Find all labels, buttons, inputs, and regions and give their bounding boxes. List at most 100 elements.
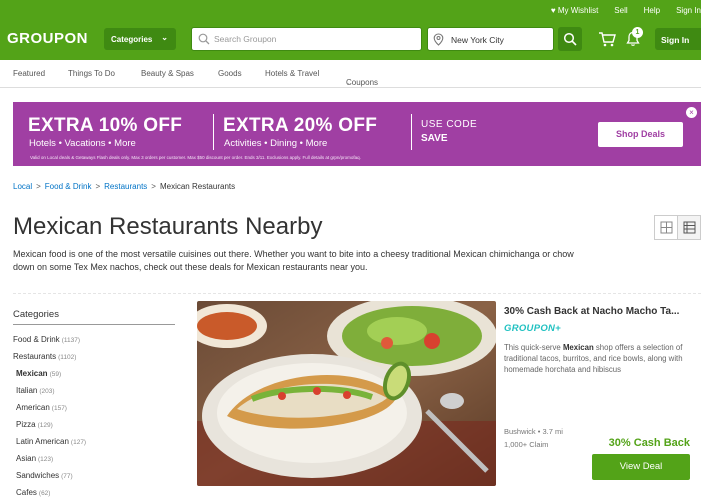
- groupon-logo[interactable]: GROUPON: [7, 30, 88, 47]
- sidebar-item-label: American: [16, 403, 50, 412]
- section-divider: [13, 293, 701, 294]
- sidebar-item-american[interactable]: American (157): [13, 399, 175, 416]
- sidebar-item-count: (129): [37, 422, 53, 429]
- groupon-plus-badge: GROUPON+: [504, 323, 562, 334]
- sidebar-item-count: (157): [51, 405, 67, 412]
- nav-things-to-do[interactable]: Things To Do: [68, 69, 115, 78]
- grid-view-button[interactable]: [655, 216, 677, 239]
- page-title: Mexican Restaurants Nearby: [13, 213, 323, 240]
- sidebar-item-latin-american[interactable]: Latin American (127): [13, 433, 175, 450]
- sidebar-item-count: (1137): [61, 337, 80, 344]
- breadcrumb-restaurants[interactable]: Restaurants: [104, 182, 147, 191]
- sidebar-item-sandwiches[interactable]: Sandwiches (77): [13, 467, 175, 484]
- search-input[interactable]: [214, 31, 414, 47]
- promo-fine-print: Valid on Local deals & Getaways Flash de…: [30, 155, 361, 160]
- nav-hotels-travel[interactable]: Hotels & Travel: [265, 69, 319, 78]
- sidebar-heading: Categories: [13, 309, 175, 325]
- view-deal-button[interactable]: View Deal: [592, 454, 690, 480]
- cart-icon[interactable]: [598, 31, 616, 47]
- promo-divider: [411, 114, 412, 150]
- sidebar-item-label: Asian: [16, 454, 37, 463]
- deal-description: This quick-serve Mexican shop offers a s…: [504, 342, 694, 375]
- sidebar-item-italian[interactable]: Italian (203): [13, 382, 175, 399]
- sidebar-item-label: Restaurants: [13, 352, 57, 361]
- sidebar-item-count: (203): [39, 388, 55, 395]
- sidebar-item-mexican[interactable]: Mexican (59): [13, 365, 175, 382]
- main-header: GROUPON Categories ⌄ New York City 1 Sig…: [0, 20, 701, 60]
- breadcrumb-separator: >: [95, 182, 101, 191]
- deal-claims: 1,000+ Claim: [504, 440, 549, 449]
- deal-desc-text: This quick-serve: [504, 343, 563, 352]
- promo-use-code-label: USE CODE: [421, 119, 478, 130]
- sidebar-item-label: Food & Drink: [13, 335, 60, 344]
- chevron-down-icon: ⌄: [346, 78, 353, 87]
- categories-label: Categories: [111, 35, 153, 44]
- sidebar-item-label: Latin American: [16, 437, 69, 446]
- promo-headline-left: EXTRA 10% OFF: [28, 115, 183, 136]
- breadcrumb-current: Mexican Restaurants: [159, 182, 236, 191]
- sidebar-item-count: (77): [61, 473, 73, 480]
- notification-badge: 1: [632, 27, 643, 38]
- category-nav: Featured Things To Do Beauty & Spas Good…: [0, 60, 701, 88]
- sidebar-item-count: (127): [70, 439, 87, 446]
- promo-banner[interactable]: EXTRA 10% OFF Hotels • Vacations • More …: [13, 102, 701, 166]
- category-sidebar: Categories Food & Drink (1137) Restaurant…: [13, 309, 175, 501]
- sell-link[interactable]: Sell: [614, 6, 627, 15]
- location-value: New York City: [451, 35, 504, 45]
- search-box[interactable]: [191, 27, 422, 51]
- promo-sub-right: Activities • Dining • More: [224, 138, 328, 149]
- sidebar-item-restaurants[interactable]: Restaurants (1102): [13, 348, 175, 365]
- breadcrumb-local[interactable]: Local: [13, 182, 32, 191]
- search-icon: [198, 33, 210, 45]
- categories-button[interactable]: Categories ⌄: [104, 28, 176, 50]
- breadcrumb-separator: >: [151, 182, 156, 191]
- sidebar-item-count: (123): [38, 456, 54, 463]
- sidebar-item-asian[interactable]: Asian (123): [13, 450, 175, 467]
- chevron-down-icon: ⌄: [161, 33, 168, 42]
- nav-goods[interactable]: Goods: [218, 69, 242, 78]
- wishlist-label: My Wishlist: [557, 6, 599, 15]
- deal-desc-highlight: Mexican: [562, 343, 594, 352]
- heart-icon: ♥: [550, 6, 556, 15]
- sidebar-item-food-drink[interactable]: Food & Drink (1137): [13, 331, 175, 348]
- shop-deals-button[interactable]: Shop Deals: [598, 122, 683, 147]
- sidebar-item-count: (59): [49, 371, 62, 378]
- search-submit-button[interactable]: [558, 27, 582, 51]
- list-view-button[interactable]: [677, 216, 700, 239]
- breadcrumb-food-drink[interactable]: Food & Drink: [45, 182, 92, 191]
- page-description: Mexican food is one of the most versatil…: [13, 249, 574, 272]
- sidebar-item-label: Mexican: [16, 369, 48, 378]
- sidebar-item-label: Pizza: [16, 420, 36, 429]
- help-link[interactable]: Help: [644, 6, 660, 15]
- wishlist-link[interactable]: ♥ My Wishlist: [551, 6, 598, 15]
- location-box[interactable]: New York City: [427, 27, 554, 51]
- grid-view-icon: [660, 221, 673, 234]
- utility-bar: ♥ My Wishlist Sell Help Sign In: [0, 0, 701, 20]
- deal-image[interactable]: [197, 301, 496, 486]
- search-icon: [563, 32, 577, 46]
- topbar-signin-link[interactable]: Sign In: [676, 6, 701, 15]
- signin-button[interactable]: Sign In: [655, 28, 701, 50]
- deal-location: Bushwick • 3.7 mi: [504, 427, 563, 436]
- nav-featured[interactable]: Featured: [13, 69, 45, 78]
- promo-divider: [213, 114, 214, 150]
- deal-card-info: 30% Cash Back at Nacho Macho Ta... GROUP…: [504, 306, 699, 375]
- promo-headline-right: EXTRA 20% OFF: [223, 115, 378, 136]
- breadcrumb: Local > Food & Drink > Restaurants > Mexican R…: [13, 182, 235, 191]
- breadcrumb-separator: >: [36, 182, 41, 191]
- nav-beauty-spas[interactable]: Beauty & Spas: [141, 69, 194, 78]
- sidebar-item-pizza[interactable]: Pizza (129): [13, 416, 175, 433]
- close-icon[interactable]: ×: [686, 107, 697, 118]
- deal-title[interactable]: 30% Cash Back at Nacho Macho Ta...: [504, 306, 694, 317]
- view-toggle: [654, 215, 701, 240]
- promo-code: SAVE: [421, 133, 448, 144]
- location-pin-icon: [433, 33, 444, 46]
- sidebar-item-label: Sandwiches: [16, 471, 60, 480]
- list-view-icon: [683, 221, 696, 234]
- deal-food-photo: [197, 301, 496, 486]
- sidebar-item-label: Italian: [16, 386, 38, 395]
- sidebar-item-count: (1102): [58, 354, 77, 361]
- deal-cashback: 30% Cash Back: [608, 437, 690, 449]
- sidebar-item-cafes[interactable]: Cafes (62): [13, 484, 175, 501]
- promo-sub-left: Hotels • Vacations • More: [29, 138, 136, 149]
